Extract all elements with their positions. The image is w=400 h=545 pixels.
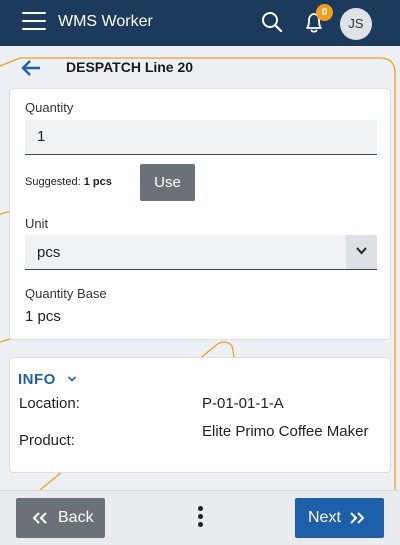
info-toggle[interactable]: INFO <box>18 371 56 388</box>
suggested-value: 1 pcs <box>83 176 112 188</box>
chevron-down-icon[interactable] <box>67 375 77 383</box>
unit-select[interactable]: pcs <box>25 235 377 270</box>
user-avatar[interactable]: JS <box>340 8 372 40</box>
quantity-input[interactable]: 1 <box>25 120 377 155</box>
suggested-text: Suggested: 1 pcs <box>25 176 112 188</box>
suggested-prefix: Suggested: <box>25 176 81 188</box>
next-button-label: Next <box>308 509 341 526</box>
bottom-action-bar: Back Next <box>0 490 400 545</box>
back-arrow-icon[interactable] <box>20 58 42 78</box>
double-chevron-right-icon <box>350 512 365 524</box>
app-title: WMS Worker <box>58 13 153 30</box>
notification-badge: 0 <box>316 4 333 21</box>
unit-selected-value: pcs <box>37 244 61 261</box>
product-value: Elite Primo Coffee Maker <box>202 423 369 440</box>
back-button[interactable]: Back <box>16 498 105 538</box>
quantity-base-value: 1 pcs <box>25 308 61 325</box>
page-title: DESPATCH Line 20 <box>66 59 194 75</box>
search-icon[interactable] <box>261 11 283 33</box>
location-label: Location: <box>19 395 80 412</box>
quantity-card: Quantity 1 Suggested: 1 pcs Use Unit pcs… <box>9 88 391 340</box>
next-button[interactable]: Next <box>295 498 384 538</box>
unit-label: Unit <box>25 216 49 231</box>
double-chevron-left-icon <box>32 512 47 524</box>
hamburger-icon[interactable] <box>22 12 46 32</box>
more-vertical-icon[interactable] <box>194 506 206 530</box>
use-suggested-button[interactable]: Use <box>140 164 195 201</box>
page-header: DESPATCH Line 20 <box>0 54 400 82</box>
back-button-label: Back <box>58 509 94 526</box>
location-value: P-01-01-1-A <box>202 395 284 412</box>
quantity-base-label: Quantity Base <box>25 286 107 301</box>
product-label: Product: <box>19 432 75 449</box>
info-card: INFO Location: P-01-01-1-A Product: Elit… <box>9 357 391 473</box>
chevron-down-icon <box>356 247 367 255</box>
unit-dropdown-toggle[interactable] <box>346 235 377 269</box>
top-app-bar: WMS Worker 0 JS <box>0 0 400 46</box>
quantity-label: Quantity <box>25 100 74 115</box>
